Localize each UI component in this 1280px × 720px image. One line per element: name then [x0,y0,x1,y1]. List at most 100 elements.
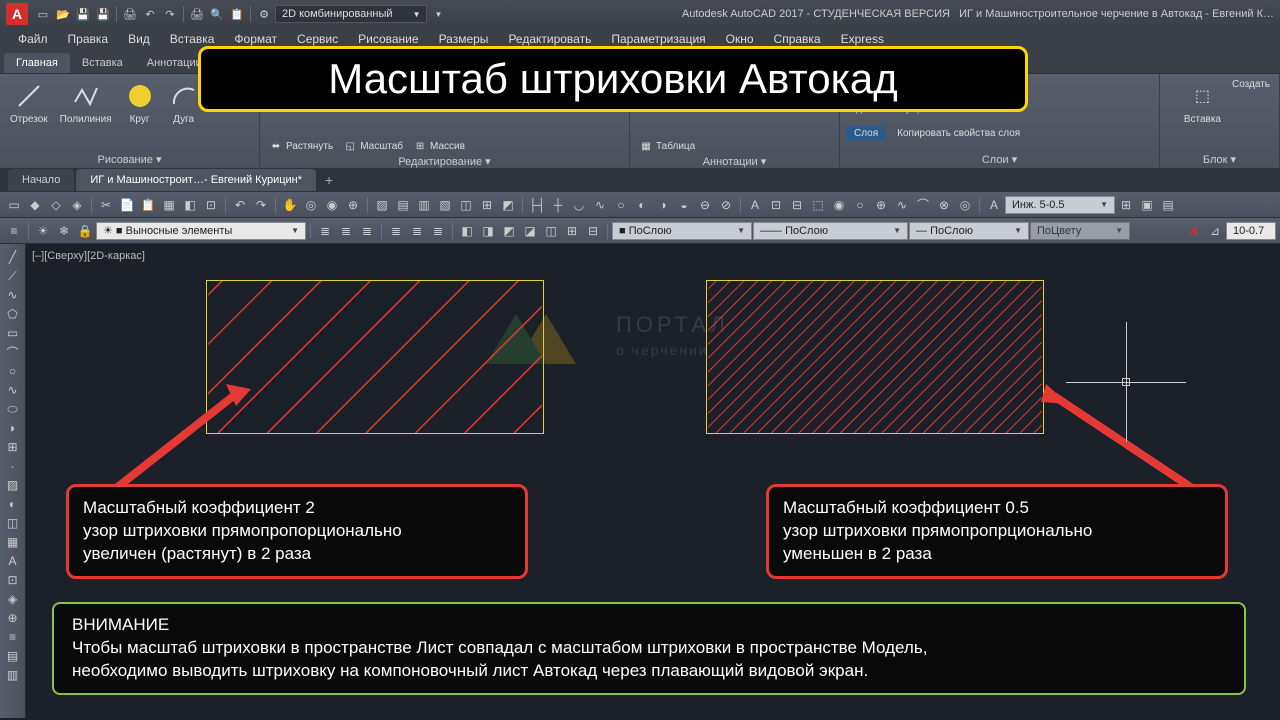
tb-anno-icon[interactable]: A [1184,221,1204,241]
tb-icon[interactable]: ⊡ [201,195,221,215]
tab-start[interactable]: Начало [8,169,74,191]
copy-layer-props-button[interactable]: Копировать свойства слоя [894,127,1023,140]
tb-icon[interactable]: ≣ [336,221,356,241]
viewport-label[interactable]: [–][Сверху][2D-каркас] [32,250,145,262]
arc-tool-icon[interactable]: ⌒ [2,343,24,361]
tb-icon[interactable]: ≣ [386,221,406,241]
save-icon[interactable]: 💾 [74,5,92,23]
saveas-icon[interactable]: 💾 [94,5,112,23]
hatch-tool-icon[interactable]: ▨ [2,476,24,494]
tab-home[interactable]: Главная [4,53,70,73]
tb-icon[interactable]: ◈ [67,195,87,215]
tb-cut-icon[interactable]: ✂ [96,195,116,215]
tb-icon[interactable]: ≣ [315,221,335,241]
menu-file[interactable]: Файл [8,29,58,49]
tb-icon[interactable]: ◉ [829,195,849,215]
pline-tool-icon[interactable]: ∿ [2,286,24,304]
tb-icon[interactable]: ▥ [414,195,434,215]
tb-icon[interactable]: ▤ [1158,195,1178,215]
tb-icon[interactable]: ≣ [428,221,448,241]
dropdown-icon[interactable]: ▼ [429,5,447,23]
block-tool-icon[interactable]: ⊞ [2,438,24,456]
tb-icon[interactable]: ⊟ [583,221,603,241]
tb-icon[interactable]: ◐ [632,195,652,215]
layer-state-button[interactable]: Слоя [846,126,886,141]
tb-icon[interactable]: ∿ [892,195,912,215]
spline-tool-icon[interactable]: ∿ [2,381,24,399]
open-icon[interactable]: 📂 [54,5,72,23]
tb-icon[interactable]: ◧ [457,221,477,241]
tb-icon[interactable]: A [984,195,1004,215]
tb-pan-icon[interactable]: ✋ [280,195,300,215]
tb-icon[interactable]: 🔒 [75,221,95,241]
tb-undo-icon[interactable]: ↶ [230,195,250,215]
tb-icon[interactable]: ⊿ [1205,221,1225,241]
publish-icon[interactable]: 📋 [228,5,246,23]
panel-annot-title[interactable]: Аннотации ▾ [636,154,833,168]
tb-icon[interactable]: ⊘ [716,195,736,215]
tb-icon[interactable]: ⊡ [766,195,786,215]
tb-icon[interactable]: ▧ [435,195,455,215]
tb-icon[interactable]: ◪ [520,221,540,241]
tb-icon[interactable]: ☀ [33,221,53,241]
point-tool-icon[interactable]: · [2,457,24,475]
tb-icon[interactable]: ◆ [25,195,45,215]
tb-icon[interactable]: ○ [850,195,870,215]
linetype-combo[interactable]: —— ПоСлою▼ [753,222,908,240]
insert-block-button[interactable]: ⬚Вставка [1180,78,1225,127]
polyline-button[interactable]: Полилиния [56,78,116,127]
ellipsearc-tool-icon[interactable]: ◗ [2,419,24,437]
tb-icon[interactable]: ◧ [180,195,200,215]
workspace-gear-icon[interactable]: ⚙ [255,5,273,23]
plot-icon[interactable]: 🖨 [121,5,139,23]
tb-icon[interactable]: ∿ [590,195,610,215]
undo-icon[interactable]: ↶ [141,5,159,23]
panel-block-title[interactable]: Блок ▾ [1166,150,1273,168]
tb-icon[interactable]: ⊕ [343,195,363,215]
line-button[interactable]: Отрезок [6,78,52,127]
tab-insert[interactable]: Вставка [70,53,135,73]
tb-icon[interactable]: ◉ [322,195,342,215]
workspace-combo[interactable]: 2D комбинированный▼ [275,5,427,23]
dim-style-combo[interactable]: Инж. 5-0.5▼ [1005,196,1115,214]
tb-hatch-icon[interactable]: ▨ [372,195,392,215]
print-icon[interactable]: 🖨 [188,5,206,23]
drawing-area[interactable]: [–][Сверху][2D-каркас] ПОРТАЛ о черчении [26,244,1280,718]
tb-icon[interactable]: ≣ [407,221,427,241]
app-logo-icon[interactable]: A [6,3,28,25]
tb-icon[interactable]: ≣ [357,221,377,241]
region-tool-icon[interactable]: ◫ [2,514,24,532]
tb-icon[interactable]: ◇ [46,195,66,215]
xline-tool-icon[interactable]: ⟋ [2,267,24,285]
tab-add-button[interactable]: + [318,169,340,191]
ellipse-tool-icon[interactable]: ⬭ [2,400,24,418]
tb-icon[interactable]: ▤ [393,195,413,215]
table-tool-icon[interactable]: ▦ [2,533,24,551]
tb-icon[interactable]: ⊕ [871,195,891,215]
tool-icon[interactable]: ◈ [2,590,24,608]
tb-icon[interactable]: ⊞ [1116,195,1136,215]
color-combo[interactable]: ■ ПоСлою▼ [612,222,752,240]
tool-icon[interactable]: ▤ [2,647,24,665]
plotstyle-combo[interactable]: ПоЦвету▼ [1030,222,1130,240]
menu-view[interactable]: Вид [118,29,160,49]
text-tool-icon[interactable]: A [2,552,24,570]
tb-icon[interactable]: ◒ [674,195,694,215]
tool-icon[interactable]: ≡ [2,628,24,646]
tool-icon[interactable]: ▥ [2,666,24,684]
tb-icon[interactable]: ⊞ [562,221,582,241]
tb-icon[interactable]: ▣ [1137,195,1157,215]
tb-paste-icon[interactable]: 📋 [138,195,158,215]
tb-icon[interactable]: ⊟ [787,195,807,215]
anno-scale-combo[interactable]: 10-0.7 [1226,222,1276,240]
stretch-button[interactable]: ⬌Растянуть [266,138,336,154]
lineweight-combo[interactable]: — ПоСлою▼ [909,222,1029,240]
array-button[interactable]: ⊞Массив [410,138,468,154]
tb-icon[interactable]: A [745,195,765,215]
tb-icon[interactable]: ◩ [499,221,519,241]
preview-icon[interactable]: 🔍 [208,5,226,23]
tb-icon[interactable]: ◫ [541,221,561,241]
tb-icon[interactable]: ⌒ [913,195,933,215]
panel-draw-title[interactable]: Рисование ▾ [6,150,253,168]
tb-icon[interactable]: ⊖ [695,195,715,215]
